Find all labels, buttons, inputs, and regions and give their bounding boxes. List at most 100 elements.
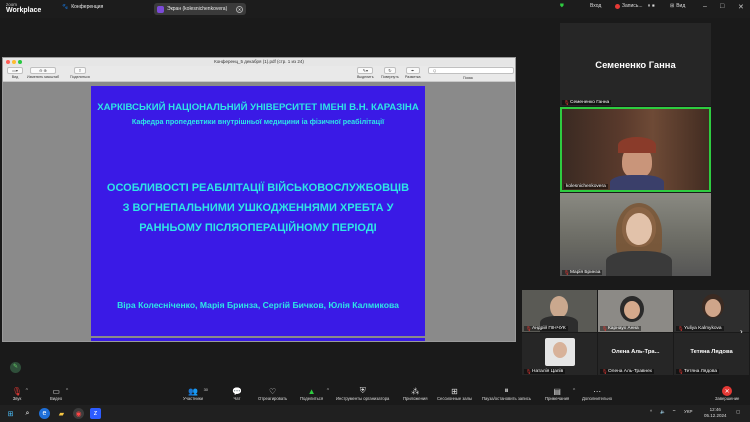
login-button[interactable]: Вход [590, 3, 601, 9]
conference-tab[interactable]: 🐾 Конференция [62, 4, 103, 10]
zoom-logo: zoom Workplace [6, 2, 41, 14]
participant-name: Андрій ПІНЧУК [532, 326, 566, 331]
zoom-tool[interactable]: ⊖ ⊕ Изменить масштаб [27, 67, 59, 79]
notes-button[interactable]: ▤ ^ Примечания [545, 386, 575, 402]
search-label: Поиск [463, 76, 473, 80]
windows-taskbar: ⊞ ⌕ e ▰ ◉ z ^ 🔈 ⌔ УКР 12:46 05.12.2024 ▢ [0, 405, 750, 422]
recording-indicator[interactable]: Запись... ⏸ ⏹ [615, 3, 655, 9]
participant-small-tile-1[interactable]: 🎙 Карнаух Анна [598, 290, 673, 332]
participant-tile-1[interactable]: kolesnichenkovera [560, 107, 711, 192]
share-button[interactable]: ▲ ^ Поделиться [300, 386, 329, 402]
participant-tile-2[interactable]: 🎙 Марія Бринза [560, 193, 711, 276]
host-tools-button[interactable]: ⛨ Инструменты организатора [336, 386, 389, 401]
pause-recording-button[interactable]: ⏸ Пауза/остановить запись [482, 386, 531, 401]
slide-title: ОСОБЛИВОСТІ РЕАБІЛІТАЦІЇ ВІЙСЬКОВОСЛУЖБО… [91, 178, 425, 238]
zoom-app: zoom Workplace 🐾 Конференция Экран (kole… [0, 0, 750, 422]
react-button[interactable]: ♡ Отреагировать [258, 386, 287, 402]
share-tool[interactable]: ⇪ Поделиться [70, 67, 90, 79]
meeting-toolbar: 🎙 ^ Звук ▭ ^ Видео 👥 30 Участники 💬 Чат … [0, 384, 750, 405]
annotate-float-icon[interactable]: ✎ [10, 362, 21, 373]
slide-department: Кафедра пропедевтики внутрішньої медицин… [131, 117, 385, 126]
audio-button[interactable]: 🎙 ^ Звук [11, 386, 28, 402]
apps-icon: ⁂ [411, 386, 420, 396]
login-label: Вход [590, 3, 602, 9]
document-toolbar: ▭▾ Вид ⊖ ⊕ Изменить масштаб ⇪ Поделиться… [3, 66, 515, 82]
rotate-tool[interactable]: ↻ Повернуть [381, 67, 399, 79]
zoom-taskbar-icon[interactable]: z [90, 408, 101, 419]
sidebar-icon: ▭▾ [7, 67, 23, 74]
language-indicator[interactable]: УКР [684, 409, 692, 414]
clock-date: 05.12.2024 [704, 413, 727, 418]
brand-big: Workplace [6, 7, 42, 14]
slide-page-1: ХАРКІВСЬКИЙ НАЦІОНАЛЬНИЙ УНІВЕРСИТЕТ ІМЕ… [91, 86, 425, 336]
mic-muted-icon: 🎙 [602, 368, 608, 374]
more-label: Дополнительно [582, 396, 613, 401]
person-body [606, 251, 672, 276]
participant-tile-0[interactable]: Семененко Ганна 🎙 Семененко Ганна [560, 23, 711, 106]
folder-icon[interactable]: ▰ [56, 408, 67, 419]
network-icon[interactable]: ⌔ [672, 409, 676, 415]
mic-muted-icon: 🎙 [564, 269, 570, 275]
chevron-up-icon[interactable]: ^ [26, 388, 28, 394]
secure-indicator[interactable]: ⛊ [560, 3, 564, 9]
participant-name-label: 🎙 Тетяна Лядова [676, 369, 719, 374]
close-share-icon[interactable]: ✕ [236, 5, 243, 13]
rotate-icon: ↻ [383, 67, 396, 74]
zoom-tool-label: Изменить масштаб [27, 75, 60, 79]
edge-icon[interactable]: e [39, 408, 50, 419]
minimize-dot-icon[interactable] [12, 60, 16, 64]
participant-small-tile-4[interactable]: Олена Аль-Тра... 🎙 Олена Аль-Травнех [598, 333, 673, 375]
slide-title-line-2: З ВОГНЕПАЛЬНИМИ УШКОДЖЕННЯМИ ХРЕБТА У [122, 202, 394, 214]
chevron-up-icon[interactable]: ^ [573, 388, 575, 394]
highlight-tool[interactable]: ✎▾ Выделить [357, 67, 374, 79]
notes-icon: ▤ [553, 386, 561, 396]
notification-icon[interactable]: ▢ [736, 409, 740, 415]
speaker-icon[interactable]: 🔈 [660, 409, 666, 415]
chevron-up-icon[interactable]: ^ [66, 388, 68, 394]
search-input[interactable]: Q [428, 67, 514, 74]
participant-small-tile-2[interactable]: 🎙 Yuliya Kalmykova [674, 290, 749, 332]
apps-button[interactable]: ⁂ Приложения [403, 386, 428, 402]
close-icon: ✕ [722, 386, 733, 396]
chat-icon: 💬 [232, 386, 242, 396]
view-tool[interactable]: ▭▾ Вид [7, 67, 23, 79]
chat-button[interactable]: 💬 Чат [232, 386, 242, 402]
maximize-icon[interactable]: □ [720, 3, 724, 10]
search-icon[interactable]: ⌕ [22, 408, 33, 419]
chevron-up-icon[interactable]: ^ [650, 409, 652, 414]
minimize-icon[interactable]: – [703, 3, 707, 10]
pause-icon[interactable]: ⏸ [648, 3, 651, 9]
audio-label: Звук [12, 396, 22, 401]
zoom-dot-icon[interactable] [18, 60, 22, 64]
mic-muted-icon: 🎙 [11, 386, 23, 396]
annotate-tool[interactable]: ✒ Разметка [405, 67, 421, 79]
participant-small-tile-3[interactable]: 🎙 Наталія Цапів [522, 333, 597, 375]
participant-small-tile-0[interactable]: 🎙 Андрій ПІНЧУК [522, 290, 597, 332]
screen-share-pill[interactable]: Экран (kolesnichenkovera) ✕ [154, 3, 246, 15]
document-page-area[interactable]: ХАРКІВСЬКИЙ НАЦІОНАЛЬНИЙ УНІВЕРСИТЕТ ІМЕ… [3, 82, 515, 341]
clock[interactable]: 12:46 05.12.2024 [704, 407, 727, 419]
close-dot-icon[interactable] [6, 60, 10, 64]
view-button[interactable]: ⊞ Вид [670, 3, 685, 9]
slide-title-line-3: РАННЬОМУ ПІСЛЯОПЕРАЦІЙНОМУ ПЕРІОДІ [139, 222, 377, 234]
stop-icon[interactable]: ⏹ [652, 3, 655, 9]
participants-button[interactable]: 👥 30 Участники [183, 386, 208, 402]
close-window-icon[interactable]: ✕ [738, 3, 744, 11]
more-button[interactable]: ⋯ Дополнительно [582, 386, 613, 402]
participant-name-label: 🎙 Андрій ПІНЧУК [524, 326, 568, 331]
screen-share-label: Экран (kolesnichenkovera) [167, 6, 228, 12]
video-button[interactable]: ▭ ^ Видео [50, 386, 68, 402]
chevron-up-icon[interactable]: ^ [327, 388, 329, 394]
participant-small-tile-5[interactable]: Тетяна Лядова 🎙 Тетяна Лядова [674, 333, 749, 375]
windows-start-icon[interactable]: ⊞ [5, 408, 16, 419]
heart-icon: ♡ [269, 386, 277, 396]
chrome-icon[interactable]: ◉ [73, 408, 84, 419]
participant-name-label: kolesnichenkovera [564, 184, 608, 189]
person-hair [618, 137, 656, 153]
end-meeting-button[interactable]: ✕ Завершение [715, 386, 739, 401]
top-bar: zoom Workplace 🐾 Конференция Экран (kole… [0, 0, 750, 18]
person-face [550, 296, 568, 318]
participant-name-label: 🎙 Yuliya Kalmykova [676, 326, 724, 331]
breakout-rooms-button[interactable]: ⊞ Сессионные залы [437, 386, 472, 402]
participants-label: Участники [183, 396, 204, 401]
